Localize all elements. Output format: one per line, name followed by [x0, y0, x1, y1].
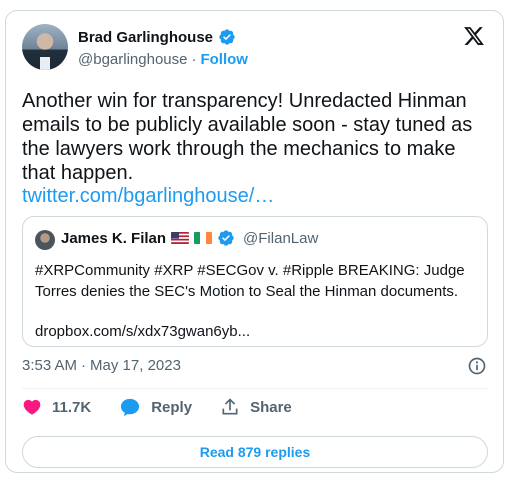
quoted-author-row: James K. Filan @FilanLaw [61, 229, 318, 247]
follow-button[interactable]: Follow [200, 51, 248, 68]
author-name[interactable]: Brad Garlinghouse [78, 29, 213, 46]
us-flag-icon [171, 232, 190, 244]
quoted-tweet[interactable]: James K. Filan @FilanLaw #XRPCommunity #… [22, 216, 488, 347]
quoted-tweet-link[interactable]: dropbox.com/s/xdx73gwan6yb... [35, 323, 250, 340]
divider [22, 388, 488, 389]
quoted-tweet-text: #XRPCommunity #XRP #SECGov v. #Ripple BR… [35, 262, 465, 300]
separator-dot: · [81, 357, 87, 374]
quoted-author-avatar[interactable] [35, 230, 55, 250]
like-button[interactable]: 11.7K [22, 397, 91, 417]
share-icon [222, 398, 238, 415]
tweet-timestamp[interactable]: 3:53 AM · May 17, 2023 [22, 357, 181, 374]
x-logo-icon[interactable] [463, 25, 485, 47]
author-handle[interactable]: @bgarlinghouse [78, 51, 187, 68]
share-button[interactable]: Share [220, 397, 292, 417]
like-count: 11.7K [52, 398, 92, 416]
action-bar: 11.7K Reply Share [22, 397, 320, 417]
ireland-flag-icon [194, 232, 213, 244]
info-icon[interactable] [467, 356, 487, 376]
tweet-date: May 17, 2023 [90, 357, 181, 374]
heart-icon [23, 399, 41, 415]
reply-button[interactable]: Reply [119, 397, 192, 417]
tweet-time: 3:53 AM [22, 357, 78, 374]
quoted-author-name[interactable]: James K. Filan [61, 230, 166, 247]
verified-badge-icon [218, 230, 234, 246]
quoted-author-handle[interactable]: @FilanLaw [243, 230, 318, 247]
tweet-card: Brad Garlinghouse @bgarlinghouse · Follo… [5, 10, 504, 473]
share-label: Share [250, 398, 292, 416]
separator-dot: · [191, 51, 197, 68]
author-name-row: Brad Garlinghouse [78, 28, 236, 46]
reply-bubble-icon [121, 398, 140, 417]
tweet-text: Another win for transparency! Unredacted… [22, 90, 473, 184]
author-avatar[interactable] [22, 24, 68, 70]
reply-label: Reply [151, 398, 193, 416]
verified-badge-icon [219, 29, 235, 45]
read-replies-button[interactable]: Read 879 replies [22, 436, 488, 468]
author-handle-row: @bgarlinghouse · Follow [78, 51, 248, 68]
tweet-link[interactable]: twitter.com/bgarlinghouse/… [22, 185, 274, 208]
